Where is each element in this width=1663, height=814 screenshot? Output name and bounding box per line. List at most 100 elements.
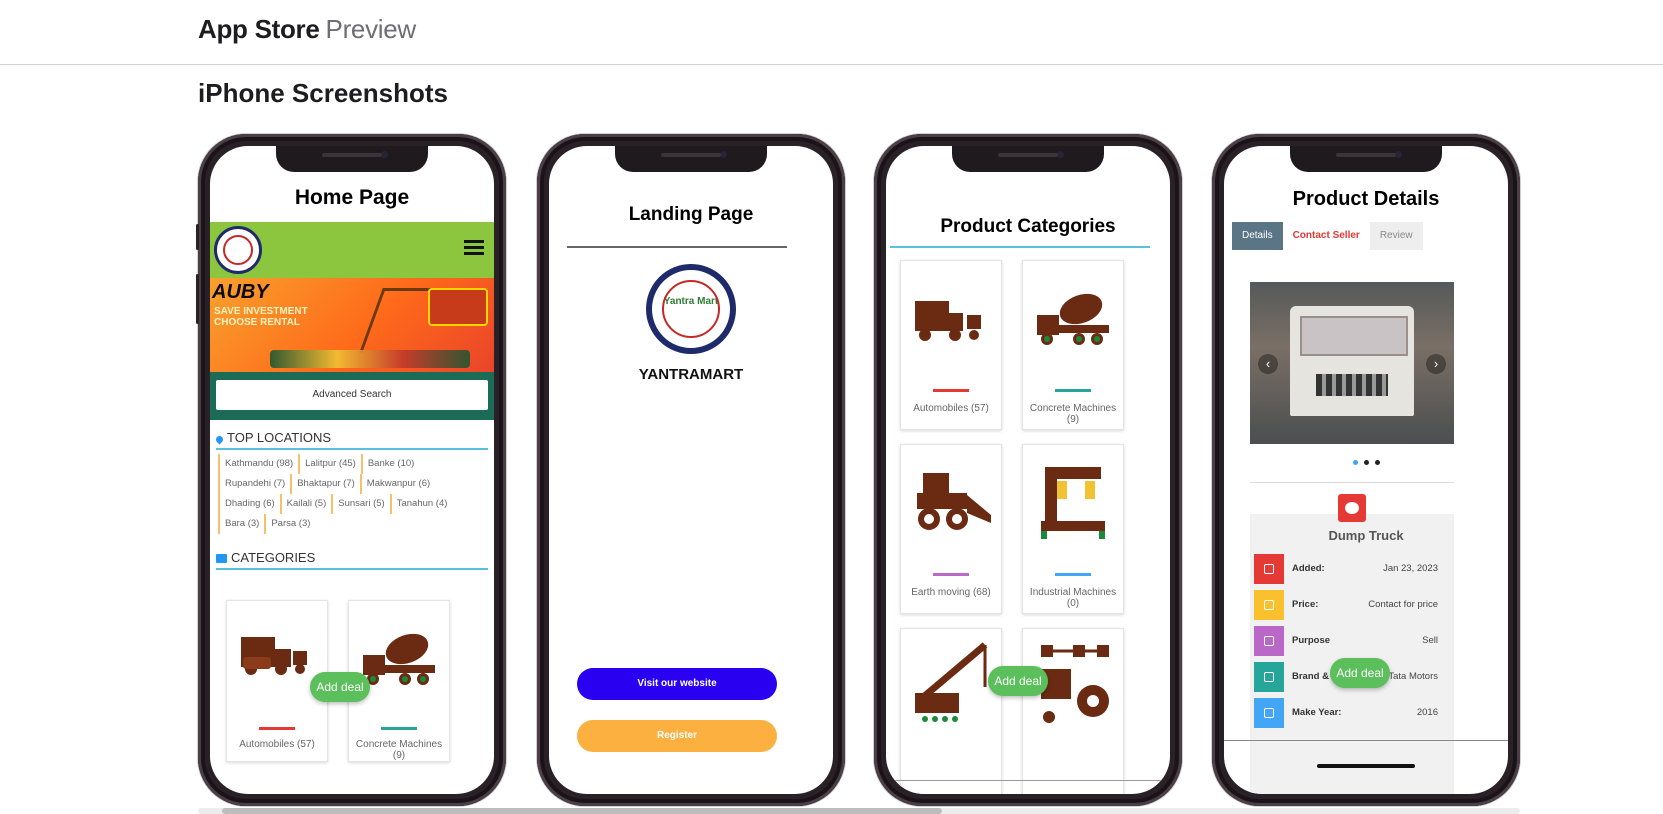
category-card-crane[interactable]	[900, 628, 1002, 794]
notch	[1290, 146, 1442, 172]
category-card-concrete[interactable]: Concrete Machines (9)	[1022, 260, 1124, 430]
category-card-automobiles[interactable]: Automobiles (57)	[900, 260, 1002, 430]
location-link[interactable]: Kailali (5)	[279, 494, 326, 514]
app-store-label: App Store	[198, 14, 320, 44]
app-store-brand[interactable]: App Store Preview	[198, 14, 416, 45]
location-link[interactable]: Bhaktapur (7)	[290, 474, 355, 494]
phone-screen: Product Details Details Contact Seller R…	[1224, 146, 1508, 794]
product-image-carousel[interactable]: ‹ ›	[1250, 282, 1454, 444]
category-card-industrial[interactable]: Industrial Machines (0)	[1022, 444, 1124, 614]
phone-screen: Landing Page Yantra Mart YANTRAMART Visi…	[549, 146, 833, 794]
screen-title: Home Page	[294, 186, 410, 209]
yantramart-logo: Yantra Mart	[646, 264, 736, 354]
concrete-mixer-icon	[363, 633, 435, 685]
side-button	[196, 224, 199, 250]
carousel-dot[interactable]	[1352, 460, 1358, 465]
product-name: Dump Truck	[1328, 528, 1404, 543]
diamond-icon	[1254, 662, 1284, 692]
add-deal-button[interactable]: Add deal	[988, 666, 1048, 696]
folder-icon	[216, 554, 227, 563]
advanced-search-button[interactable]: Advanced Search	[216, 380, 488, 410]
horizontal-scrollbar[interactable]	[198, 808, 1520, 814]
screenshot-categories[interactable]: Product Categories Automobiles (57) Conc…	[874, 134, 1182, 806]
location-link[interactable]: Bara (3)	[218, 514, 259, 534]
details-tabs: Details Contact Seller Review	[1232, 222, 1423, 250]
location-pin-icon	[214, 434, 225, 445]
category-label: Concrete Machines (9)	[1029, 403, 1117, 425]
tab-divider	[886, 780, 1170, 781]
menu-icon[interactable]	[464, 240, 484, 256]
preview-label: Preview	[325, 14, 417, 44]
automobile-icon	[915, 301, 981, 341]
carousel-dot[interactable]	[1363, 460, 1369, 465]
category-label: Automobiles (57)	[913, 403, 989, 414]
section-title: iPhone Screenshots	[198, 78, 448, 108]
chevron-left-icon[interactable]: ‹	[1258, 354, 1278, 374]
location-link[interactable]: Dhading (6)	[218, 494, 275, 514]
category-card-machinery[interactable]	[1022, 628, 1124, 794]
locations-list: Kathmandu (98) Lalitpur (45) Banke (10) Ru…	[218, 454, 488, 534]
phone-screen: Home Page AUBY SAVE INVESTMENT CHOOSE REN…	[210, 146, 494, 794]
yantramart-logo	[214, 226, 262, 274]
tab-divider	[1224, 740, 1508, 741]
home-indicator	[1317, 764, 1415, 768]
top-locations-heading: TOP LOCATIONS	[214, 430, 488, 450]
banner-brand: AUBY	[212, 281, 269, 303]
categories-heading: CATEGORIES	[216, 550, 488, 570]
detail-row-make-year: Make Year: 2016	[1250, 698, 1454, 728]
industrial-machine-icon	[1041, 467, 1105, 539]
category-underline	[1055, 573, 1091, 576]
divider	[1250, 482, 1454, 483]
crane-icon	[915, 642, 988, 722]
app-store-header: App Store Preview	[0, 0, 1663, 65]
location-link[interactable]: Parsa (3)	[264, 514, 310, 534]
promo-banner: AUBY SAVE INVESTMENT CHOOSE RENTAL	[210, 278, 494, 372]
category-underline	[933, 389, 969, 392]
location-link[interactable]: Lalitpur (45)	[298, 454, 356, 474]
tab-details[interactable]: Details	[1232, 222, 1283, 250]
screenshot-landing[interactable]: Landing Page Yantra Mart YANTRAMART Visi…	[537, 134, 845, 806]
detail-row-purpose: Purpose Sell	[1250, 626, 1454, 656]
tab-contact-seller[interactable]: Contact Seller	[1283, 222, 1370, 250]
location-link[interactable]: Sunsari (5)	[331, 494, 385, 514]
register-button[interactable]: Register	[577, 720, 777, 752]
add-deal-button[interactable]: Add deal	[310, 672, 370, 702]
screenshot-home[interactable]: Home Page AUBY SAVE INVESTMENT CHOOSE REN…	[196, 134, 506, 806]
tab-review[interactable]: Review	[1369, 222, 1423, 250]
location-link[interactable]: Kathmandu (98)	[218, 454, 293, 474]
detail-row-added: Added: Jan 23, 2023	[1250, 554, 1454, 584]
notch	[952, 146, 1104, 172]
truck-badge-icon	[1338, 494, 1366, 522]
notch	[615, 146, 767, 172]
category-underline	[259, 727, 295, 730]
chevron-right-icon[interactable]: ›	[1426, 354, 1446, 374]
scrollbar-thumb[interactable]	[222, 808, 942, 814]
category-card-earth-moving[interactable]: Earth moving (68)	[900, 444, 1002, 614]
category-label: Earth moving (68)	[911, 587, 991, 598]
screen-title: Product Categories	[940, 216, 1116, 237]
search-section: Advanced Search	[210, 372, 494, 420]
location-link[interactable]: Makwanpur (6)	[359, 474, 430, 494]
notch	[276, 146, 428, 172]
screenshot-details[interactable]: Product Details Details Contact Seller R…	[1212, 134, 1520, 806]
add-deal-button[interactable]: Add deal	[1330, 658, 1390, 688]
visit-website-button[interactable]: Visit our website	[577, 668, 777, 700]
carousel-dot[interactable]	[1374, 460, 1380, 465]
location-link[interactable]: Tanahun (4)	[389, 494, 447, 514]
side-button	[196, 274, 199, 324]
screen-title: Product Details	[1292, 188, 1440, 210]
location-link[interactable]: Banke (10)	[360, 454, 414, 474]
earth-mover-icon	[917, 473, 991, 530]
divider	[890, 246, 1150, 248]
money-icon	[1254, 590, 1284, 620]
banner-text: SAVE INVESTMENT CHOOSE RENTAL	[214, 306, 308, 328]
phone-screen: Product Categories Automobiles (57) Conc…	[886, 146, 1170, 794]
category-label: Industrial Machines (0)	[1029, 587, 1117, 609]
category-label: Automobiles (57)	[239, 739, 315, 750]
clock-icon	[1254, 554, 1284, 584]
automobile-icon	[241, 637, 307, 675]
list-icon	[1254, 626, 1284, 656]
location-link[interactable]: Rupandehi (7)	[218, 474, 285, 494]
detail-row-price: Price: Contact for price	[1250, 590, 1454, 620]
carousel-dots	[1224, 452, 1508, 470]
